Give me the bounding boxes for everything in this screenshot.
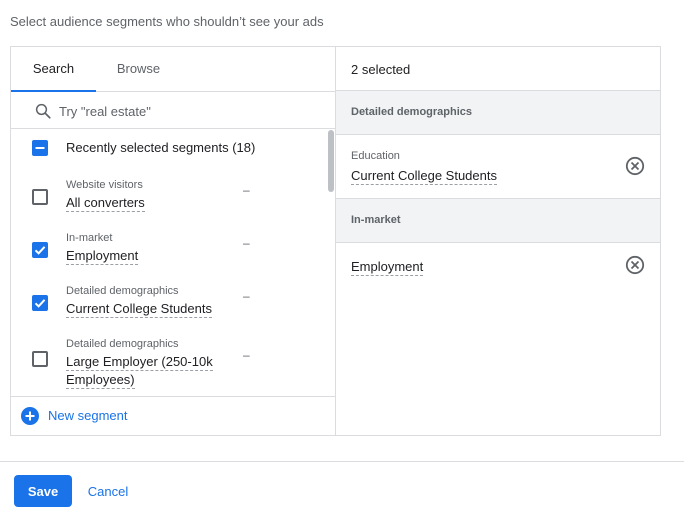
tab-bar: Search Browse <box>11 47 335 92</box>
segment-checkbox[interactable] <box>32 295 48 311</box>
list-item[interactable]: Detailed demographics Current College St… <box>11 277 327 328</box>
segment-size: – <box>243 289 250 303</box>
segment-category: Detailed demographics <box>66 285 179 297</box>
recent-segments-checkbox[interactable] <box>32 140 48 156</box>
new-segment-label: New segment <box>48 408 128 423</box>
recent-segments-label: Recently selected segments (18) <box>66 140 256 155</box>
instruction-text: Select audience segments who shouldn’t s… <box>10 14 324 29</box>
indeterminate-icon <box>35 147 45 149</box>
segment-size: – <box>243 236 250 250</box>
segment-name: Current College Students <box>66 301 212 318</box>
group-title: Detailed demographics <box>351 106 473 118</box>
list-item[interactable]: Detailed demographics Large Employer (25… <box>11 330 327 396</box>
check-icon <box>34 299 46 308</box>
scrollbar-thumb[interactable] <box>328 130 334 192</box>
segment-name: All converters <box>66 195 145 212</box>
tab-search[interactable]: Search <box>11 47 96 92</box>
save-button[interactable]: Save <box>14 475 72 507</box>
group-header: Detailed demographics <box>336 91 660 135</box>
segment-browser: Search Browse Recently selected segments… <box>11 47 336 435</box>
segment-size: – <box>243 348 250 362</box>
selected-count: 2 selected <box>351 62 411 77</box>
search-icon <box>35 103 51 119</box>
segment-checkbox[interactable] <box>32 351 48 367</box>
new-segment-button[interactable]: New segment <box>11 396 335 435</box>
group-title: In-market <box>351 214 401 226</box>
selected-item-name: Current College Students <box>351 168 497 185</box>
segment-list: Recently selected segments (18) Website … <box>11 130 335 396</box>
selected-item-name: Employment <box>351 259 424 276</box>
group-header: In-market <box>336 199 660 243</box>
remove-circle-icon[interactable] <box>625 156 645 176</box>
segment-size: – <box>243 183 250 197</box>
cancel-button[interactable]: Cancel <box>80 475 136 507</box>
plus-circle-icon <box>21 407 39 425</box>
tab-browse[interactable]: Browse <box>96 47 181 92</box>
footer-divider <box>0 461 684 462</box>
segment-category: Detailed demographics <box>66 338 179 350</box>
segment-name: Employment <box>66 248 139 265</box>
segment-checkbox[interactable] <box>32 189 48 205</box>
active-tab-indicator <box>11 90 96 92</box>
selected-count-header: 2 selected <box>336 47 660 91</box>
segment-category: In-market <box>66 232 113 244</box>
selected-item: Employment <box>336 243 660 289</box>
check-icon <box>34 246 46 255</box>
remove-circle-icon[interactable] <box>625 255 645 275</box>
segment-category: Website visitors <box>66 179 143 191</box>
selected-segments-panel: 2 selected Detailed demographics Educati… <box>336 47 660 435</box>
search-bar <box>11 93 335 129</box>
segment-name: Large Employer (250-10k <box>66 354 213 371</box>
list-item[interactable]: Website visitors All converters – <box>11 171 327 222</box>
segment-picker-panel: Search Browse Recently selected segments… <box>10 46 661 436</box>
recent-segments-row[interactable]: Recently selected segments (18) <box>11 130 327 166</box>
selected-item: Education Current College Students <box>336 135 660 199</box>
segment-checkbox[interactable] <box>32 242 48 258</box>
segment-name-continued: Employees) <box>66 372 135 389</box>
search-input[interactable] <box>59 99 319 123</box>
selected-item-category: Education <box>351 150 400 162</box>
list-item[interactable]: In-market Employment – <box>11 224 327 275</box>
